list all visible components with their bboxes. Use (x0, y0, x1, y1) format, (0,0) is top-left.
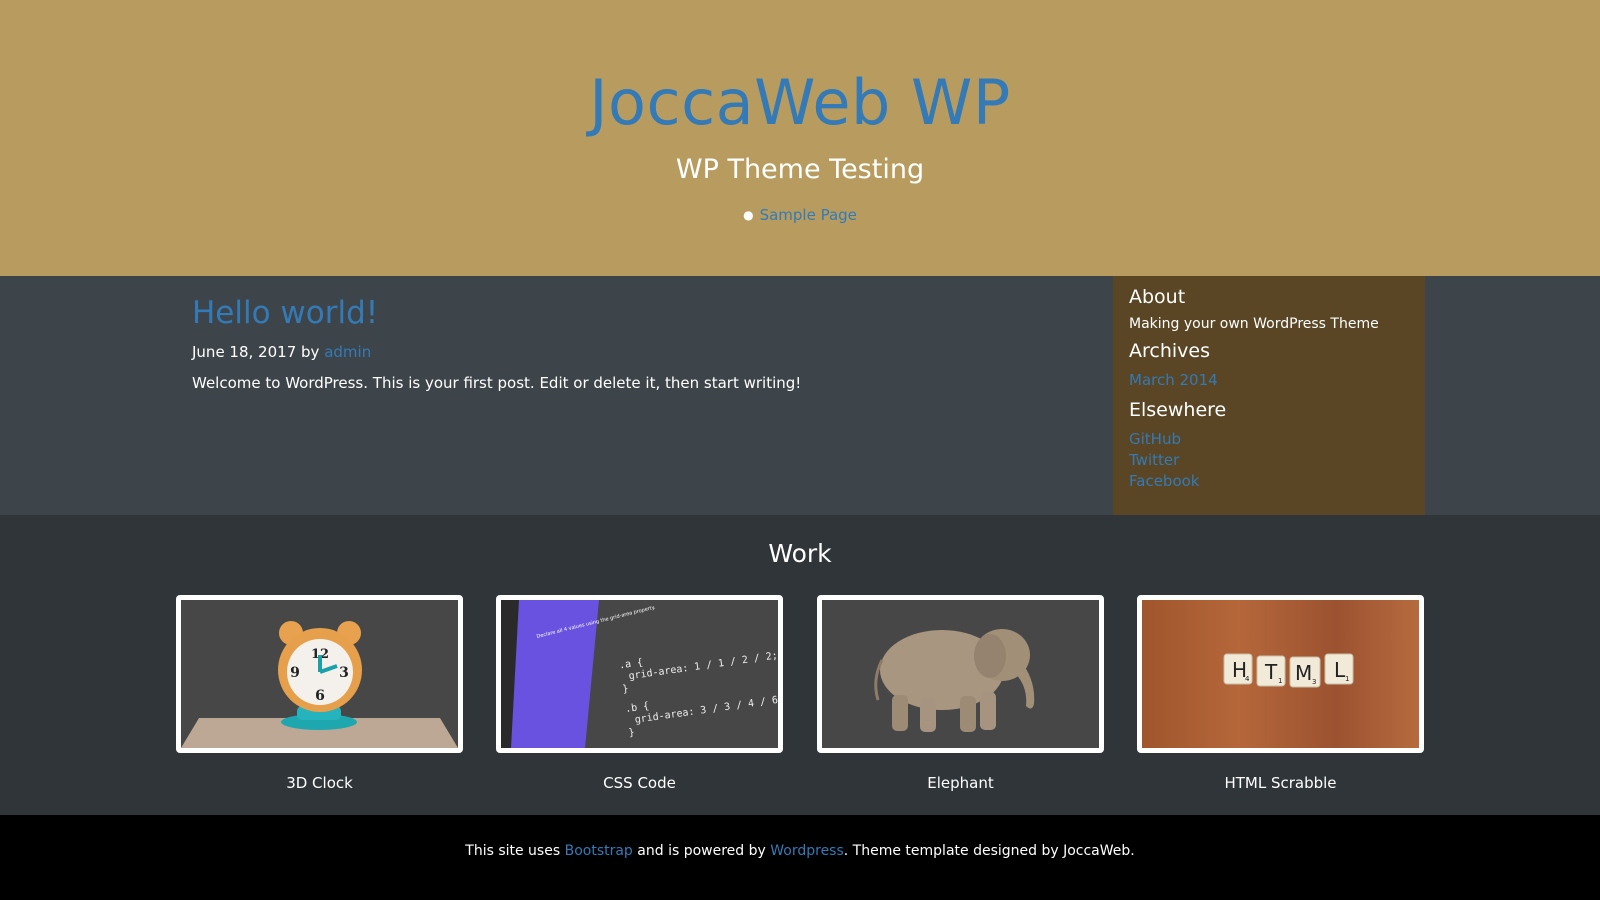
elsewhere-link-facebook[interactable]: Facebook (1129, 471, 1409, 492)
site-description: WP Theme Testing (675, 154, 925, 185)
post-by: by (301, 343, 320, 361)
footer-text-part1: This site uses (465, 843, 561, 859)
footer-link-wordpress[interactable]: Wordpress (770, 843, 844, 859)
site-title[interactable]: JoccaWeb WP (0, 66, 1600, 139)
site-footer: This site uses Bootstrap and is powered … (0, 815, 1600, 900)
work-label-html-scrabble[interactable]: HTML Scrabble (1137, 774, 1424, 792)
svg-text:T: T (1264, 660, 1278, 684)
elsewhere-link-github[interactable]: GitHub (1129, 429, 1409, 450)
site-header: JoccaWeb WP WP Theme Testing ● Sample Pag… (0, 0, 1600, 276)
work-card-css-code[interactable]: Declare all 4 values using the grid-area… (496, 595, 783, 753)
work-heading: Work (768, 539, 832, 568)
footer-text-part2: and is powered by (637, 843, 766, 859)
css-code-image: Declare all 4 values using the grid-area… (501, 600, 778, 748)
post-meta: June 18, 2017 by admin (192, 343, 371, 361)
post-excerpt: Welcome to WordPress. This is your first… (192, 374, 802, 392)
svg-text:1: 1 (1278, 677, 1282, 685)
footer-text: This site uses Bootstrap and is powered … (0, 843, 1600, 859)
sidebar-about-heading: About (1129, 286, 1186, 308)
work-card-3d-clock[interactable]: 12 9 3 6 (176, 595, 463, 753)
svg-text:3: 3 (1312, 678, 1316, 686)
work-label-3d-clock[interactable]: 3D Clock (176, 774, 463, 792)
sidebar-archives-heading: Archives (1129, 340, 1210, 362)
sidebar: About Making your own WordPress Theme Ar… (1113, 276, 1425, 515)
archive-link-march-2014[interactable]: March 2014 (1129, 370, 1409, 391)
footer-text-part3: . Theme template designed by JoccaWeb. (843, 843, 1135, 859)
work-card-html-scrabble[interactable]: H 4 T 1 M 3 L 1 (1137, 595, 1424, 753)
svg-text:6: 6 (315, 688, 325, 704)
sidebar-elsewhere-heading: Elsewhere (1129, 399, 1227, 421)
nav-item-sample-page[interactable]: Sample Page (760, 206, 857, 224)
clock-image: 12 9 3 6 (181, 600, 458, 748)
post-title[interactable]: Hello world! (192, 295, 378, 331)
footer-link-bootstrap[interactable]: Bootstrap (565, 843, 633, 859)
svg-text:M: M (1295, 661, 1312, 685)
elsewhere-link-twitter[interactable]: Twitter (1129, 450, 1409, 471)
sidebar-about-text: Making your own WordPress Theme (1129, 316, 1379, 332)
post-date: June 18, 2017 (192, 343, 297, 361)
main-nav: ● Sample Page (0, 206, 1600, 224)
svg-text:4: 4 (1245, 675, 1250, 683)
work-label-elephant[interactable]: Elephant (817, 774, 1104, 792)
post-author-link[interactable]: admin (324, 343, 371, 361)
work-card-elephant[interactable] (817, 595, 1104, 753)
work-label-css-code[interactable]: CSS Code (496, 774, 783, 792)
svg-text:3: 3 (339, 665, 349, 681)
scrabble-image: H 4 T 1 M 3 L 1 (1223, 653, 1354, 688)
elephant-image (822, 600, 1099, 748)
bullet-icon: ● (743, 208, 754, 222)
svg-text:9: 9 (290, 665, 300, 681)
svg-text:1: 1 (1345, 675, 1349, 683)
